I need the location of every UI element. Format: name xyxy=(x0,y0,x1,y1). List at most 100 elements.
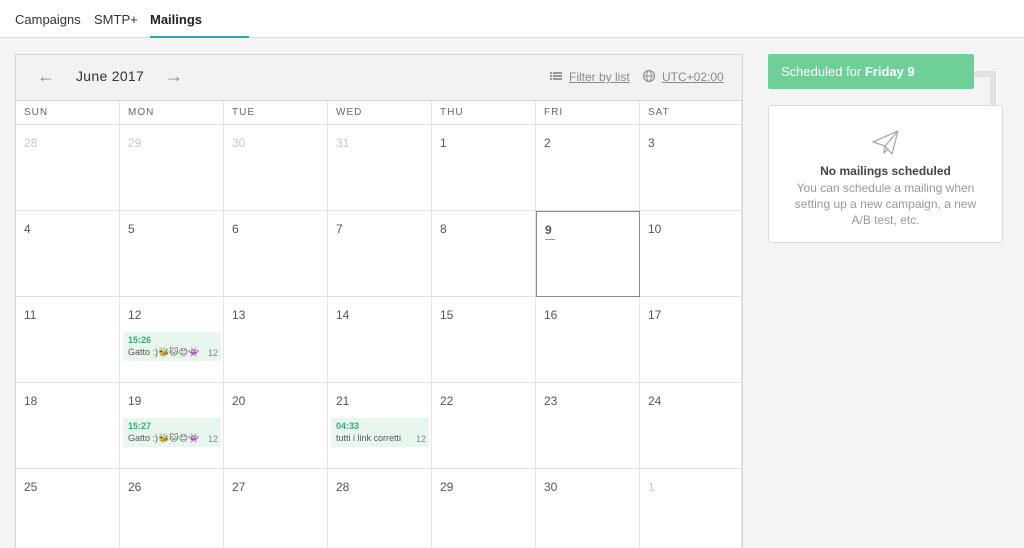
calendar-day-today[interactable]: 9 xyxy=(536,211,640,297)
calendar-day[interactable]: 27 xyxy=(224,469,328,548)
list-icon xyxy=(550,72,562,80)
mailing-event[interactable]: 04:33 tutti i link corretti 12 xyxy=(331,418,429,447)
timezone-link[interactable]: UTC+02:00 xyxy=(662,70,724,84)
weekday-header-thu: THU xyxy=(432,101,536,125)
day-number: 15 xyxy=(440,308,454,322)
calendar-day[interactable]: 21 04:33 tutti i link corretti 12 xyxy=(328,383,432,469)
top-navigation: Campaigns SMTP+ Mailings calendar xyxy=(0,0,1024,67)
scheduled-prefix: Scheduled for xyxy=(781,64,865,79)
calendar-day[interactable]: 28 xyxy=(328,469,432,548)
weekday-header-tue: TUE xyxy=(224,101,328,125)
calendar-day[interactable]: 19 15:27 Gatto :)🐝🐱😊👾 12 xyxy=(120,383,224,469)
calendar-day[interactable]: 8 xyxy=(432,211,536,297)
next-month-button[interactable]: → xyxy=(164,65,184,87)
day-number: 29 xyxy=(128,136,142,150)
empty-state-title: No mailings scheduled xyxy=(820,164,951,178)
day-number: 2 xyxy=(544,136,551,150)
day-number: 3 xyxy=(648,136,655,150)
day-number: 18 xyxy=(24,394,38,408)
calendar-day[interactable]: 29 xyxy=(432,469,536,548)
calendar-day[interactable]: 31 xyxy=(328,125,432,211)
day-number: 29 xyxy=(440,480,454,494)
day-number: 1 xyxy=(648,480,655,494)
day-number: 16 xyxy=(544,308,558,322)
calendar-day[interactable]: 2 xyxy=(536,125,640,211)
event-name: Gatto :)🐝🐱😊👾 xyxy=(128,433,200,443)
mailing-event[interactable]: 15:27 Gatto :)🐝🐱😊👾 12 xyxy=(123,418,221,447)
scheduled-day: Friday 9 xyxy=(864,64,915,79)
calendar-day[interactable]: 30 xyxy=(536,469,640,548)
day-number: 24 xyxy=(648,394,662,408)
day-number: 8 xyxy=(440,222,447,236)
calendar-day[interactable]: 25 xyxy=(16,469,120,548)
calendar-day[interactable]: 5 xyxy=(120,211,224,297)
day-number: 17 xyxy=(648,308,662,322)
day-number: 21 xyxy=(336,394,350,408)
day-number: 7 xyxy=(336,222,343,236)
globe-icon xyxy=(642,69,656,83)
day-number: 19 xyxy=(128,394,142,408)
filter-by-list-link[interactable]: Filter by list xyxy=(569,70,630,84)
calendar-day[interactable]: 28 xyxy=(16,125,120,211)
weekday-header-fri: FRI xyxy=(536,101,640,125)
event-name: Gatto :)🐝🐱😊👾 xyxy=(128,347,200,357)
empty-state-description: You can schedule a mailing when setting … xyxy=(794,181,977,227)
calendar-day[interactable]: 11 xyxy=(16,297,120,383)
day-number: 9 xyxy=(545,223,555,240)
event-time: 04:33 xyxy=(336,421,360,431)
event-recipient-count: 12 xyxy=(207,434,218,444)
previous-month-button[interactable]: ← xyxy=(36,65,56,87)
calendar-day[interactable]: 30 xyxy=(224,125,328,211)
mailing-event[interactable]: 15:26 Gatto :)🐝🐱😊👾 12 xyxy=(123,332,221,361)
event-time: 15:27 xyxy=(128,421,152,431)
calendar-day[interactable]: 15 xyxy=(432,297,536,383)
calendar-day[interactable]: 24 xyxy=(640,383,742,469)
calendar-day[interactable]: 22 xyxy=(432,383,536,469)
calendar-day[interactable]: 16 xyxy=(536,297,640,383)
calendar-day[interactable]: 1 xyxy=(640,469,742,548)
weekday-header-sun: SUN xyxy=(16,101,120,125)
day-number: 25 xyxy=(24,480,38,494)
event-time: 15:26 xyxy=(128,335,152,345)
tab-campaigns[interactable]: Campaigns xyxy=(15,0,81,38)
calendar-day[interactable]: 13 xyxy=(224,297,328,383)
calendar-day[interactable]: 26 xyxy=(120,469,224,548)
calendar-day[interactable]: 20 xyxy=(224,383,328,469)
weekday-header-sat: SAT xyxy=(640,101,742,125)
scheduled-for-header: Scheduled for Friday 9 xyxy=(768,54,974,89)
day-number: 28 xyxy=(24,136,38,150)
tab-mailings-calendar[interactable]: Mailings calendar xyxy=(150,0,249,67)
calendar: ← June 2017 → Filter by list UTC+02:00 S… xyxy=(15,54,743,548)
day-number: 23 xyxy=(544,394,558,408)
day-number: 22 xyxy=(440,394,454,408)
calendar-day[interactable]: 18 xyxy=(16,383,120,469)
calendar-day[interactable]: 3 xyxy=(640,125,742,211)
day-number: 13 xyxy=(232,308,246,322)
calendar-header: ← June 2017 → Filter by list UTC+02:00 xyxy=(16,55,742,101)
event-recipient-count: 12 xyxy=(207,348,218,358)
day-number: 14 xyxy=(336,308,350,322)
day-number: 12 xyxy=(128,308,142,322)
calendar-day[interactable]: 1 xyxy=(432,125,536,211)
tab-smtp[interactable]: SMTP+ xyxy=(94,0,138,38)
weekday-header-wed: WED xyxy=(328,101,432,125)
event-recipient-count: 12 xyxy=(415,434,426,444)
day-number: 26 xyxy=(128,480,142,494)
calendar-day[interactable]: 29 xyxy=(120,125,224,211)
weekday-header-mon: MON xyxy=(120,101,224,125)
calendar-day[interactable]: 4 xyxy=(16,211,120,297)
calendar-day[interactable]: 10 xyxy=(640,211,742,297)
day-number: 28 xyxy=(336,480,350,494)
calendar-day[interactable]: 23 xyxy=(536,383,640,469)
calendar-day[interactable]: 14 xyxy=(328,297,432,383)
day-number: 4 xyxy=(24,222,31,236)
calendar-day[interactable]: 12 15:26 Gatto :)🐝🐱😊👾 12 xyxy=(120,297,224,383)
day-number: 27 xyxy=(232,480,246,494)
calendar-day[interactable]: 17 xyxy=(640,297,742,383)
paper-plane-icon xyxy=(872,130,899,155)
day-number: 11 xyxy=(24,308,37,322)
panel-connector xyxy=(974,71,996,107)
calendar-day[interactable]: 7 xyxy=(328,211,432,297)
event-name: tutti i link corretti xyxy=(336,433,402,443)
calendar-day[interactable]: 6 xyxy=(224,211,328,297)
